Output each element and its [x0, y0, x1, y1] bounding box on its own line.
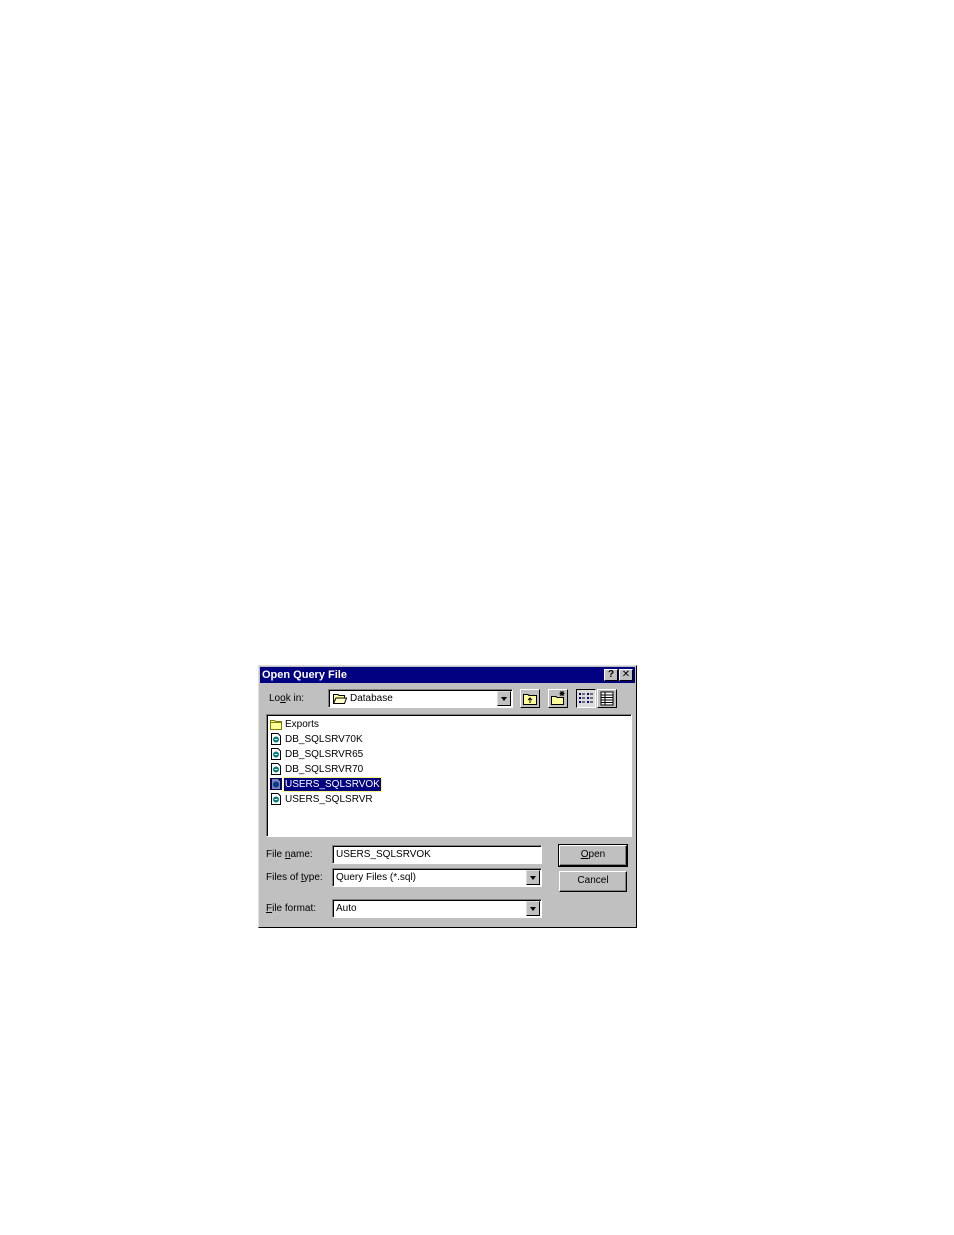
up-folder-icon — [523, 694, 537, 705]
details-view-button[interactable] — [597, 689, 617, 708]
list-view-button[interactable] — [576, 689, 596, 708]
folder-icon — [270, 720, 282, 730]
open-folder-icon — [333, 694, 347, 704]
files-of-type-value: Query Files (*.sql) — [336, 872, 417, 883]
sql-file-icon — [271, 763, 281, 775]
file-name: Exports — [285, 719, 319, 730]
sql-file-icon — [271, 733, 281, 745]
create-new-folder-button[interactable] — [548, 689, 568, 708]
files-of-type-label: Files of type: — [266, 872, 323, 883]
look-in-value: Database — [350, 693, 393, 704]
look-in-label: Look in: — [269, 693, 305, 704]
sql-file-icon — [270, 778, 282, 790]
file-format-dropdown-arrow[interactable] — [526, 901, 540, 916]
look-in-dropdown-arrow[interactable] — [497, 691, 511, 706]
file-format-value: Auto — [336, 903, 357, 914]
open-button[interactable]: Open — [558, 844, 628, 867]
file-name-input[interactable] — [332, 845, 542, 864]
close-button[interactable]: ✕ — [619, 669, 633, 681]
look-in-dropdown[interactable]: Database — [328, 689, 513, 708]
details-view-icon — [600, 691, 614, 706]
file-list[interactable]: Exports DB_SQLSRV70K DB_SQLSRVR65 DB_SQL… — [266, 714, 632, 837]
file-name-label: File name: — [266, 849, 313, 860]
file-name: USERS_SQLSRVR — [285, 794, 373, 805]
files-of-type-dropdown-arrow[interactable] — [526, 870, 540, 885]
sql-file-icon — [271, 793, 281, 805]
files-of-type-dropdown[interactable]: Query Files (*.sql) — [332, 868, 542, 887]
file-format-label: File format: — [266, 903, 317, 914]
new-folder-icon — [551, 691, 565, 705]
file-name: USERS_SQLSRVOK — [283, 777, 382, 792]
cancel-button[interactable]: Cancel — [559, 871, 627, 892]
help-button[interactable]: ? — [604, 669, 618, 681]
file-name: DB_SQLSRVR65 — [285, 749, 364, 760]
file-name: DB_SQLSRV70K — [285, 734, 363, 745]
file-name: DB_SQLSRVR70 — [285, 764, 364, 775]
sql-file-icon — [271, 748, 281, 760]
up-one-level-button[interactable] — [520, 689, 540, 708]
dialog-title: Open Query File — [262, 669, 347, 681]
open-query-file-dialog: Open Query File ? ✕ Look in: Database Ex… — [258, 665, 637, 928]
title-bar[interactable]: Open Query File ? ✕ — [260, 667, 635, 683]
file-format-dropdown[interactable]: Auto — [332, 899, 542, 918]
list-view-icon — [579, 693, 593, 703]
